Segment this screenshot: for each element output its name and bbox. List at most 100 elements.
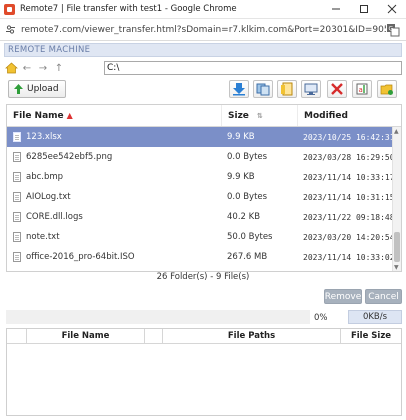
copy-button[interactable] xyxy=(253,80,273,98)
transfer-queue-table: File Name File Paths File Size xyxy=(6,328,402,416)
upload-label: Upload xyxy=(27,84,59,94)
delete-icon xyxy=(331,83,343,95)
file-modified: 2023/11/14 10:33:17 xyxy=(303,172,395,182)
forward-arrow-icon[interactable]: → xyxy=(36,61,50,75)
file-name: 123.xlsx xyxy=(26,132,62,142)
file-name: note.txt xyxy=(26,232,60,242)
rename-button[interactable]: a xyxy=(352,80,372,98)
path-navigation: ← → ↑ C:\ xyxy=(4,59,402,77)
svg-text:a: a xyxy=(359,86,363,94)
file-modified: 2023/11/14 10:31:15 xyxy=(303,192,395,202)
file-list-scrollbar[interactable]: ▲ ▼ xyxy=(392,127,401,271)
transfer-table-header: File Name File Paths File Size xyxy=(7,329,401,344)
file-count-summary: 26 Folder(s) - 9 File(s) xyxy=(156,272,250,282)
file-size: 9.9 KB xyxy=(227,172,255,182)
file-name: abc.bmp xyxy=(26,172,64,182)
file-icon xyxy=(13,192,21,202)
file-modified: 2023/11/22 09:18:48 xyxy=(303,212,395,222)
column-label-size: Size xyxy=(228,110,249,121)
scroll-down-icon[interactable]: ▼ xyxy=(394,264,399,271)
column-header-file-name[interactable]: File Name ▲ xyxy=(7,111,221,121)
column-label-modified: Modified xyxy=(304,110,348,121)
file-name: 6285ee542ebf5.png xyxy=(26,152,113,162)
window-title: Remote7 | File transfer with test1 - Goo… xyxy=(20,4,237,14)
column-label-name: File Name xyxy=(13,110,64,121)
url-text[interactable]: remote7.com/viewer_transfer.html?sDomain… xyxy=(21,25,386,35)
close-icon xyxy=(387,4,397,14)
scroll-thumb[interactable] xyxy=(394,232,400,262)
table-row[interactable]: note.txt 50.0 Bytes 2023/03/20 14:20:54 xyxy=(7,227,401,247)
download-icon xyxy=(233,83,245,96)
table-row[interactable]: office-2016_pro-64bit.ISO 267.6 MB 2023/… xyxy=(7,247,401,267)
file-icon xyxy=(13,172,21,182)
path-input[interactable]: C:\ xyxy=(104,61,402,75)
window-titlebar: Remote7 | File transfer with test1 - Goo… xyxy=(0,0,406,19)
new-folder-button[interactable] xyxy=(377,80,397,98)
column-header-select[interactable] xyxy=(7,329,27,343)
sort-ascending-icon: ▲ xyxy=(66,111,73,120)
table-row[interactable]: 123.xlsx 9.9 KB 2023/10/25 16:42:31 xyxy=(7,127,401,147)
file-modified: 2023/10/25 16:42:31 xyxy=(303,132,395,142)
file-size: 0.0 Bytes xyxy=(227,192,268,202)
table-row[interactable]: AIOLog.txt 0.0 Bytes 2023/11/14 10:31:15 xyxy=(7,187,401,207)
maximize-button[interactable] xyxy=(350,0,378,19)
column-header-modified[interactable]: Modified xyxy=(297,105,391,126)
column-header-file-name[interactable]: File Name xyxy=(27,329,145,343)
upload-button[interactable]: Upload xyxy=(8,80,66,98)
file-size: 9.9 KB xyxy=(227,132,255,142)
cancel-button[interactable]: Cancel xyxy=(365,289,402,304)
file-icon xyxy=(13,132,21,142)
up-arrow-icon[interactable]: ↑ xyxy=(52,61,66,75)
copy-icon xyxy=(256,83,270,96)
file-list-table: File Name ▲ Size ⇅ Modified 123.xlsx 9.9… xyxy=(6,104,402,272)
file-size: 0.0 Bytes xyxy=(227,152,268,162)
remote-machine-header: REMOTE MACHINE xyxy=(4,43,402,57)
upload-icon xyxy=(14,84,23,94)
file-name: AIOLog.txt xyxy=(26,192,71,202)
minimize-button[interactable] xyxy=(322,0,350,19)
new-file-icon xyxy=(281,82,293,96)
delete-button[interactable] xyxy=(327,80,347,98)
table-row[interactable]: 6285ee542ebf5.png 0.0 Bytes 2023/03/28 1… xyxy=(7,147,401,167)
file-icon xyxy=(13,212,21,222)
file-icon xyxy=(13,252,21,262)
file-size: 50.0 Bytes xyxy=(227,232,273,242)
table-header: File Name ▲ Size ⇅ Modified xyxy=(7,105,401,127)
progress-percent: 0% xyxy=(314,313,328,323)
table-row[interactable]: CORE.dll.logs 40.2 KB 2023/11/22 09:18:4… xyxy=(7,207,401,227)
column-header-spacer xyxy=(145,329,163,343)
table-row[interactable]: abc.bmp 9.9 KB 2023/11/14 10:33:17 xyxy=(7,167,401,187)
file-modified: 2023/11/14 10:33:02 xyxy=(303,252,395,262)
column-header-file-paths[interactable]: File Paths xyxy=(163,329,341,343)
monitor-icon xyxy=(304,83,318,95)
new-file-button[interactable] xyxy=(277,80,297,98)
maximize-icon xyxy=(360,5,368,13)
new-folder-icon xyxy=(380,84,393,95)
sort-neutral-icon: ⇅ xyxy=(256,111,263,120)
home-icon[interactable] xyxy=(4,61,18,75)
screen-button[interactable] xyxy=(301,80,321,98)
file-modified: 2023/03/20 14:20:54 xyxy=(303,232,395,242)
column-header-size[interactable]: Size ⇅ xyxy=(221,105,297,126)
rename-icon: a xyxy=(356,83,368,95)
back-arrow-icon[interactable]: ← xyxy=(20,61,34,75)
remove-button[interactable]: Remove xyxy=(324,289,362,304)
column-header-file-size[interactable]: File Size xyxy=(341,329,401,343)
file-name: CORE.dll.logs xyxy=(26,212,83,222)
svg-text:G: G xyxy=(389,25,394,32)
transfer-speed: 0KB/s xyxy=(348,310,402,324)
scroll-up-icon[interactable]: ▲ xyxy=(394,128,399,135)
file-size: 267.6 MB xyxy=(227,252,268,262)
site-info-icon[interactable] xyxy=(5,24,16,35)
file-name: office-2016_pro-64bit.ISO xyxy=(26,252,135,262)
translate-icon[interactable]: G xyxy=(386,23,400,37)
address-bar[interactable]: remote7.com/viewer_transfer.html?sDomain… xyxy=(0,19,406,41)
file-modified: 2023/03/28 16:29:50 xyxy=(303,152,395,162)
minimize-icon xyxy=(332,8,340,10)
download-button[interactable] xyxy=(229,80,249,98)
app-logo-icon xyxy=(4,3,15,15)
file-size: 40.2 KB xyxy=(227,212,261,222)
file-icon xyxy=(13,152,21,162)
transfer-progress-bar xyxy=(6,310,310,324)
close-button[interactable] xyxy=(378,0,406,19)
